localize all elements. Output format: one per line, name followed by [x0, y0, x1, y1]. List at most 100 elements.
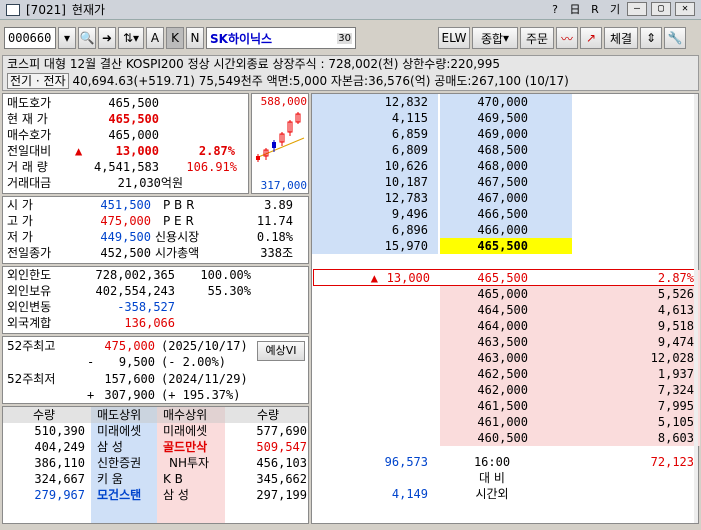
bid-price: 465,000 — [108, 128, 159, 142]
layout-toggle-icon[interactable]: ⇕ — [640, 27, 662, 49]
bid-qty: 7,324 — [657, 383, 694, 397]
ask-price[interactable]: 466,500 — [440, 206, 528, 222]
sell-qty-header: 수량 — [33, 408, 56, 422]
market-n-button[interactable]: N — [186, 27, 204, 49]
ask-qty: 6,859 — [391, 127, 428, 141]
ask-price[interactable]: 469,000 — [440, 126, 528, 142]
bid-price[interactable]: 461,500 — [440, 398, 528, 414]
ask-price[interactable]: 467,000 — [440, 190, 528, 206]
bid-price[interactable]: 463,000 — [440, 350, 528, 366]
screen-code: [7021] — [26, 2, 66, 17]
window-title: 현재가 — [71, 3, 106, 17]
buy-broker: K B — [163, 472, 183, 486]
link-arrow-icon[interactable]: ➜ — [98, 27, 116, 49]
buy-qty: 297,199 — [256, 488, 307, 502]
buy-broker: 골드만삭 — [163, 440, 208, 454]
ask-qty: 12,783 — [384, 191, 428, 205]
bid-qty: 9,474 — [657, 335, 694, 349]
title-bar: [7021] 현재가 ? 日 R 기 — ▢ ✕ — [0, 0, 701, 20]
sell-qty: 510,390 — [34, 424, 85, 438]
brokers-panel: 수량 매도상위 매수상위 수량 510,390 미래에셋 미래에셋 577,690 4… — [2, 406, 309, 524]
week52-low-date: (2024/11/29) — [161, 372, 248, 386]
credit-value: 0.18% — [256, 230, 293, 244]
sort-updown-icon[interactable]: ⇅▾ — [118, 27, 144, 49]
elw-button[interactable]: ELW — [438, 27, 470, 49]
wrench-icon[interactable]: 🔧 — [664, 27, 686, 49]
calendar-icon[interactable]: 日 — [567, 2, 583, 18]
bid-price[interactable]: 460,500 — [440, 430, 528, 446]
order-button[interactable]: 주문 — [520, 27, 554, 49]
brokers-header: 수량 매도상위 매수상위 수량 — [3, 407, 308, 423]
ask-qty: 15,970 — [384, 239, 428, 253]
ask-qty: 10,187 — [384, 175, 428, 189]
help-icon[interactable]: ? — [547, 2, 563, 18]
broker-row[interactable]: 404,249 삼 성 골드만삭 509,547 — [3, 439, 308, 455]
info-line-1: 코스피 대형 12월 결산 KOSPI200 정상 시간외종료 상장주식 : 7… — [7, 57, 501, 71]
after-hours-qty: 4,149 — [391, 487, 428, 501]
settings-menu[interactable]: 기 — [607, 2, 623, 18]
bid-price[interactable]: 462,500 — [440, 366, 528, 382]
ask-price[interactable]: 468,500 — [440, 142, 528, 158]
period-badge: 30 — [337, 32, 352, 44]
bid-price[interactable]: 461,000 — [440, 414, 528, 430]
code-dropdown-icon[interactable]: ▾ — [58, 27, 76, 49]
chegyeol-button[interactable]: 체결 — [604, 27, 638, 49]
week52-low-label: 52주최저 — [7, 372, 56, 386]
market-a-button[interactable]: A — [146, 27, 164, 49]
up-arrow-icon: ▲ — [75, 144, 83, 158]
foreign-hold-value: 402,554,243 — [95, 284, 175, 298]
sell-broker: 신한증권 — [97, 456, 142, 470]
trend-icon[interactable]: ↗ — [580, 27, 602, 49]
bid-qty: 8,603 — [657, 431, 694, 445]
broker-row[interactable]: 386,110 신한증권 NH투자 456,103 — [3, 455, 308, 471]
market-k-button[interactable]: K — [166, 27, 184, 49]
current-pct: 2.87% — [657, 271, 694, 285]
minimize-button[interactable]: — — [627, 2, 647, 16]
buy-top-header: 매수상위 — [163, 408, 208, 422]
broker-row[interactable]: 279,967 모건스탠 삼 성 297,199 — [3, 487, 308, 503]
ask-price[interactable]: 466,000 — [440, 222, 528, 238]
bid-price[interactable]: 465,000 — [440, 286, 528, 302]
stock-name-field[interactable]: SK하이닉스 30 — [206, 27, 356, 49]
maximize-button[interactable]: ▢ — [651, 2, 671, 16]
foreign-limit-value: 728,002,365 — [95, 268, 175, 282]
broker-row[interactable]: 510,390 미래에셋 미래에셋 577,690 — [3, 423, 308, 439]
volume-pct: 106.91% — [186, 160, 237, 174]
ask-price[interactable]: 468,000 — [440, 158, 528, 174]
prev-close-label: 전일종가 — [7, 246, 52, 260]
ask-price[interactable]: 469,500 — [440, 110, 528, 126]
week52-panel: 52주최고 475,000 (2025/10/17) - 9,500 (- 2.00%)… — [2, 336, 309, 404]
ask-qty: 12,832 — [384, 95, 428, 109]
broker-row[interactable]: 324,667 키 움 K B 345,662 — [3, 471, 308, 487]
ask-price[interactable]: 465,500 — [440, 238, 528, 254]
sector-details: 40,694.63(+519.71) 75,549천주 액면:5,000 자본금… — [72, 74, 569, 88]
sell-qty: 404,249 — [34, 440, 85, 454]
week52-high-diff-pct: (- 2.00%) — [161, 355, 227, 369]
mini-chart[interactable]: 588,000 317,000 — [251, 93, 309, 194]
foreign-hold-label: 외인보유 — [7, 284, 52, 298]
bid-qty: 12,028 — [650, 351, 694, 365]
ask-price[interactable]: 470,000 — [440, 94, 528, 110]
expected-vi-button[interactable]: 예상VI — [257, 341, 305, 361]
search-icon[interactable]: 🔍 — [78, 27, 96, 49]
bid-price[interactable]: 463,500 — [440, 334, 528, 350]
stock-info-bar: 코스피 대형 12월 결산 KOSPI200 정상 시간외종료 상장주식 : 7… — [2, 55, 699, 91]
refresh-icon[interactable]: R — [587, 2, 603, 18]
ask-price[interactable]: 467,500 — [440, 174, 528, 190]
bid-qty: 9,518 — [657, 319, 694, 333]
chart-high: 588,000 — [260, 95, 307, 108]
bid-price[interactable]: 464,500 — [440, 302, 528, 318]
scrollbar[interactable] — [694, 94, 698, 523]
week52-high-date: (2025/10/17) — [161, 339, 248, 353]
buy-qty: 577,690 — [256, 424, 307, 438]
jonghap-dropdown[interactable]: 종합 ▾ — [472, 27, 518, 49]
sell-qty: 386,110 — [34, 456, 85, 470]
chart-icon[interactable]: 〰 — [556, 27, 578, 49]
close-button[interactable]: ✕ — [675, 2, 695, 16]
foreign-panel: 외인한도 728,002,365 100.00% 외인보유 402,554,243 55… — [2, 266, 309, 334]
bid-price[interactable]: 464,000 — [440, 318, 528, 334]
stock-code-input[interactable]: 000660 — [4, 27, 56, 49]
sell-qty: 279,967 — [34, 488, 85, 502]
bid-price[interactable]: 462,000 — [440, 382, 528, 398]
foreign-change-value: -358,527 — [117, 300, 175, 314]
